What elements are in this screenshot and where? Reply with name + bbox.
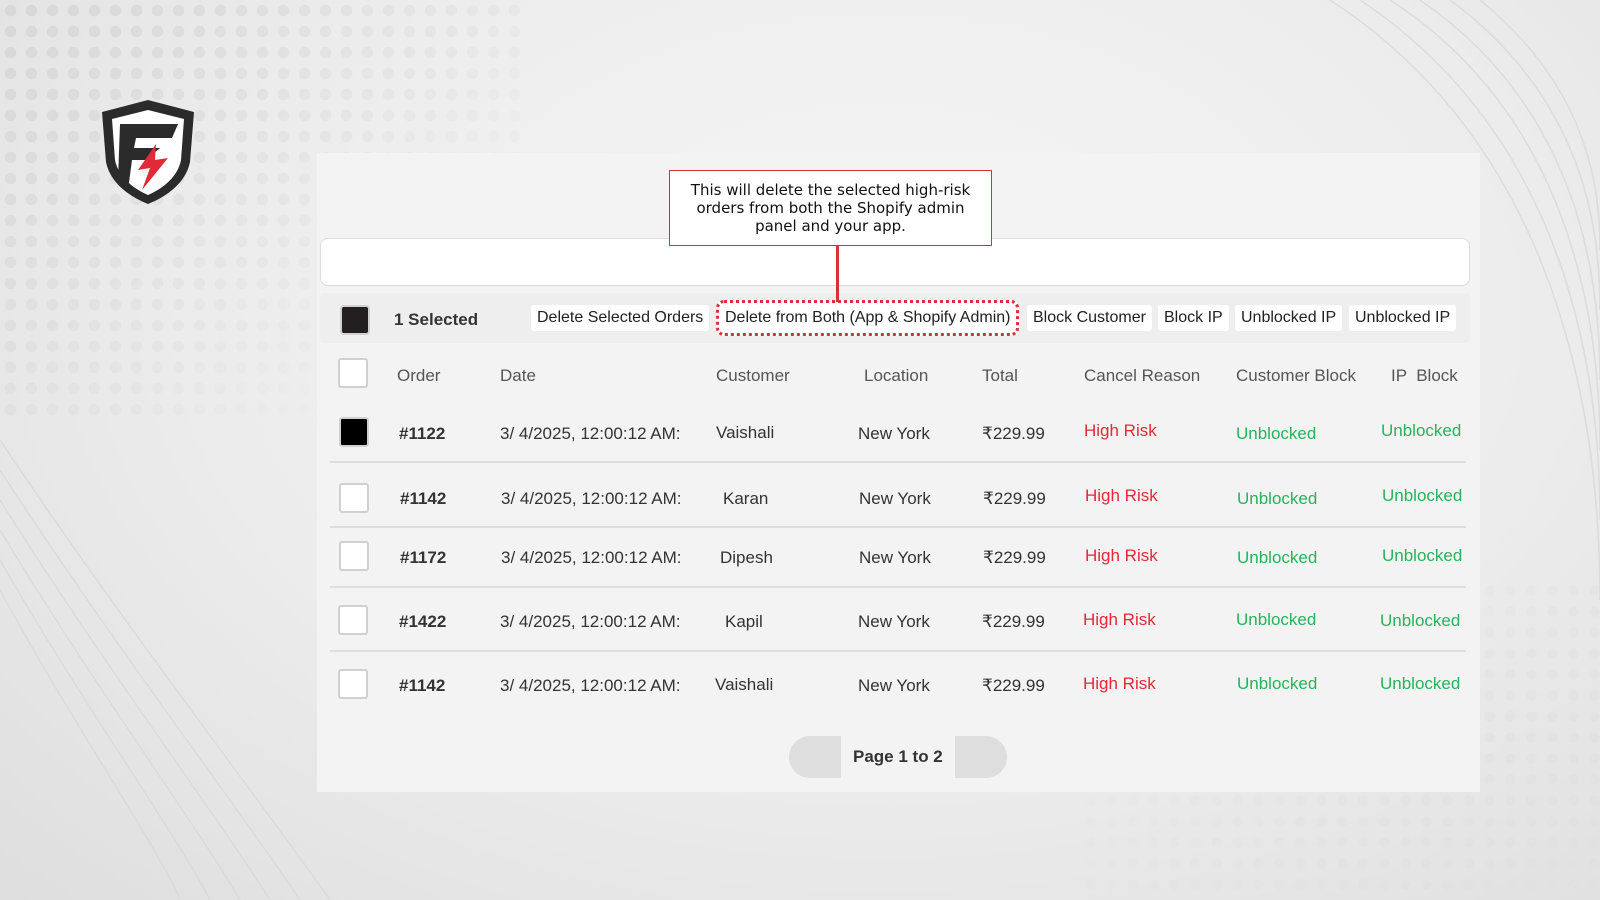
block-customer-button[interactable]: Block Customer (1027, 305, 1152, 331)
callout-text: This will delete the selected high-risk … (690, 181, 971, 235)
header-checkbox[interactable] (338, 358, 368, 388)
order-id[interactable]: #1142 (399, 676, 445, 696)
customer-name: Vaishali (715, 675, 774, 694)
order-date: 3/ 4/2025, 12:00:12 AM: (500, 612, 681, 631)
order-id[interactable]: #1422 (399, 612, 446, 632)
row-checkbox[interactable] (338, 605, 368, 635)
location: New York (859, 548, 931, 567)
ip-block-status: Unblocked (1380, 674, 1461, 693)
delete-from-both-button[interactable]: Delete from Both (App & Shopify Admin) (716, 300, 1020, 336)
row-checkbox[interactable] (339, 483, 369, 513)
customer-block-status: Unblocked (1236, 610, 1317, 629)
header-total: Total (982, 366, 1018, 385)
order-date: 3/ 4/2025, 12:00:12 AM: (500, 424, 681, 443)
row-divider (330, 586, 1466, 588)
customer-name: Kapil (725, 612, 763, 631)
select-all-checkbox[interactable] (340, 305, 370, 335)
unblocked-ip-button-2[interactable]: Unblocked IP (1349, 305, 1457, 331)
row-divider (330, 461, 1466, 463)
order-id[interactable]: #1172 (400, 548, 446, 568)
cancel-reason: High Risk (1083, 610, 1156, 629)
location: New York (859, 489, 931, 508)
selected-count: 1 Selected (394, 310, 479, 329)
cancel-reason: High Risk (1085, 486, 1158, 505)
row-checkbox[interactable] (339, 417, 369, 447)
order-date: 3/ 4/2025, 12:00:12 AM: (501, 489, 682, 508)
order-date: 3/ 4/2025, 12:00:12 AM: (501, 548, 682, 567)
cancel-reason: High Risk (1085, 546, 1158, 565)
customer-name: Dipesh (720, 548, 773, 567)
location: New York (858, 424, 930, 443)
order-date: 3/ 4/2025, 12:00:12 AM: (500, 676, 681, 695)
header-customer: Customer (716, 366, 790, 385)
pagination-prev-button[interactable] (789, 736, 841, 778)
pagination-label: Page 1 to 2 (853, 747, 943, 766)
location: New York (858, 612, 930, 631)
order-total: ₹229.99 (982, 676, 1045, 695)
delete-selected-orders-button[interactable]: Delete Selected Orders (531, 305, 710, 331)
row-checkbox[interactable] (338, 669, 368, 699)
row-divider (330, 526, 1466, 528)
order-total: ₹229.99 (983, 548, 1046, 567)
ip-block-status: Unblocked (1382, 486, 1463, 505)
header-order: Order (397, 366, 441, 385)
block-ip-button[interactable]: Block IP (1158, 305, 1229, 331)
order-total: ₹229.99 (983, 489, 1046, 508)
header-location: Location (864, 366, 929, 385)
row-checkbox[interactable] (339, 541, 369, 571)
location: New York (858, 676, 930, 695)
ip-block-status: Unblocked (1380, 611, 1461, 630)
order-id[interactable]: #1142 (400, 489, 446, 509)
cancel-reason: High Risk (1083, 674, 1156, 693)
row-divider (330, 650, 1466, 652)
ip-block-status: Unblocked (1381, 421, 1462, 440)
order-id[interactable]: #1122 (399, 424, 445, 444)
ip-block-status: Unblocked (1382, 546, 1463, 565)
customer-block-status: Unblocked (1237, 489, 1318, 508)
customer-name: Vaishali (716, 423, 775, 442)
header-ip-block: IP Block (1391, 366, 1458, 385)
callout-connector (836, 246, 839, 302)
pagination-next-button[interactable] (955, 736, 1007, 778)
cancel-reason: High Risk (1084, 421, 1157, 440)
unblocked-ip-button[interactable]: Unblocked IP (1235, 305, 1343, 331)
customer-block-status: Unblocked (1237, 674, 1318, 693)
order-total: ₹229.99 (982, 424, 1045, 443)
order-total: ₹229.99 (982, 612, 1045, 631)
header-customer-block: Customer Block (1236, 366, 1356, 385)
customer-name: Karan (723, 489, 769, 508)
customer-block-status: Unblocked (1237, 548, 1318, 567)
header-date: Date (500, 366, 536, 385)
callout-tooltip: This will delete the selected high-risk … (669, 170, 992, 246)
header-cancel-reason: Cancel Reason (1084, 366, 1201, 385)
shield-logo-icon (102, 100, 194, 204)
customer-block-status: Unblocked (1236, 424, 1317, 443)
